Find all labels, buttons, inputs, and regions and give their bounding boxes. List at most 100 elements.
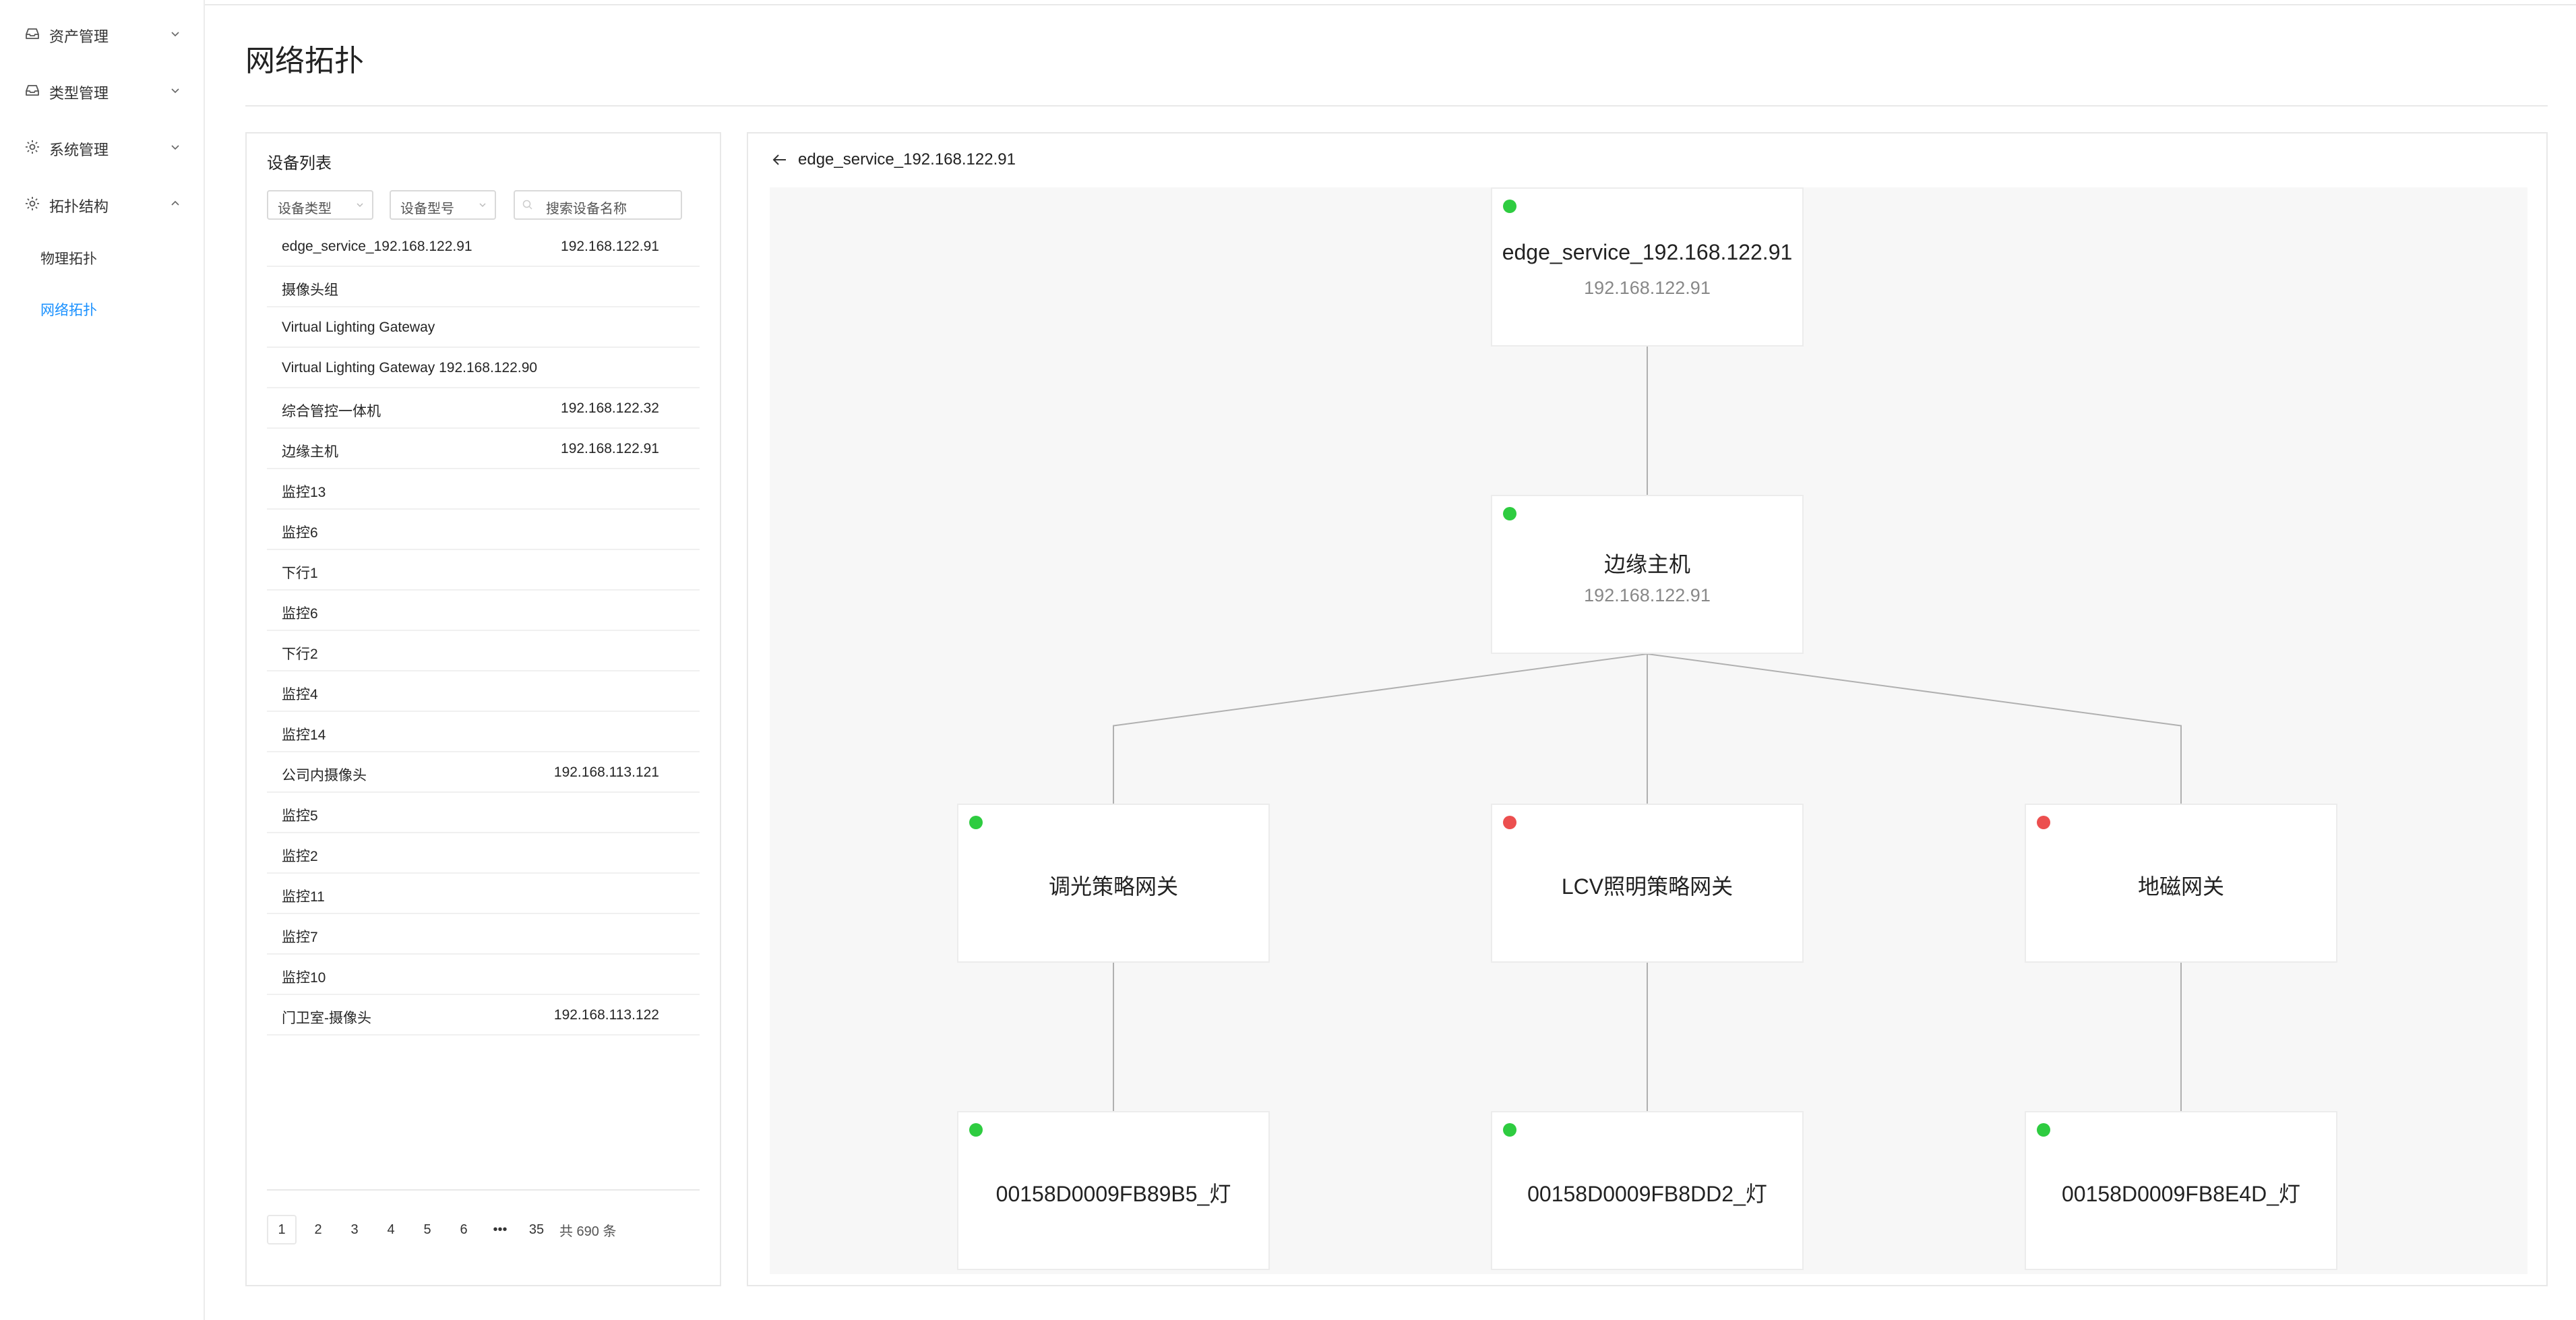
device-search-input[interactable]: 搜索设备名称 [514,190,682,220]
device-name: 边缘主机 [282,444,338,460]
device-row[interactable]: 监控6 [267,591,700,631]
device-name: 监控10 [282,970,326,986]
device-row[interactable]: 监控4 [267,671,700,712]
page-button[interactable]: 6 [449,1215,479,1244]
status-dot [1503,200,1516,213]
device-row[interactable]: 监控14 [267,712,700,752]
device-ip: 192.168.113.122 [553,1007,659,1023]
topology-node[interactable]: 边缘主机 192.168.122.91 [1491,495,1804,654]
device-name: Virtual Lighting Gateway 192.168.122.90 [282,360,538,376]
device-row[interactable]: edge_service_192.168.122.91 192.168.122.9… [267,227,700,267]
device-row[interactable]: 监控7 [267,914,700,955]
topology-node[interactable]: LCV照明策略网关 [1491,804,1804,963]
device-ip: 192.168.122.91 [561,441,659,456]
device-name: 监控4 [282,687,318,702]
chevron-down-icon [171,88,179,94]
device-row[interactable]: 综合管控一体机 192.168.122.32 [267,388,700,429]
device-row[interactable]: 下行2 [267,631,700,671]
topology-link [1647,653,2182,804]
device-name: 监控6 [282,525,318,541]
device-name: 公司内摄像头 [282,768,367,783]
node-name: 地磁网关 [2137,874,2224,899]
device-row[interactable]: 摄像头组 [267,267,700,307]
topology-panel: edge_service_192.168.122.91 edge_service… [747,132,2548,1286]
topology-node[interactable]: 00158D0009FB89B5_灯 [957,1111,1270,1270]
page-button[interactable]: 1 [267,1215,297,1244]
device-list: edge_service_192.168.122.91 192.168.122.9… [267,227,700,1036]
inbox-icon [26,85,39,96]
device-row[interactable]: 公司内摄像头 192.168.113.121 [267,752,700,793]
device-row[interactable]: 监控2 [267,833,700,874]
device-row[interactable]: 监控10 [267,955,700,995]
device-row[interactable]: 监控11 [267,874,700,914]
node-name: LCV照明策略网关 [1561,874,1734,899]
device-row[interactable]: 边缘主机 192.168.122.91 [267,429,700,469]
device-name: edge_service_192.168.122.91 [282,239,472,254]
menu-asset-management[interactable]: 资产管理 [0,13,204,54]
device-name: 门卫室-摄像头 [282,1011,371,1026]
device-name: 监控13 [282,485,326,500]
menu-label: 资产管理 [49,28,109,45]
status-dot [969,816,983,829]
sidebar: 资产管理 类型管理 系统管理 拓扑结构 物理拓扑 网络拓扑 [0,0,205,1320]
gear-icon [26,197,39,210]
device-name: 监控11 [282,889,325,905]
pagination-ellipsis[interactable]: ••• [485,1215,515,1244]
node-ip: 192.168.122.91 [1584,585,1711,605]
device-ip: 192.168.122.32 [561,400,659,416]
topology-node[interactable]: 地磁网关 [2025,804,2337,963]
device-row[interactable]: 下行1 [267,550,700,591]
node-ip: 192.168.122.91 [1584,278,1711,298]
device-name: 下行2 [282,647,318,662]
page-button[interactable]: 2 [303,1215,333,1244]
menu-topology[interactable]: 拓扑结构 [0,183,204,224]
topology-canvas[interactable]: edge_service_192.168.122.91 192.168.122.9… [770,187,2527,1274]
status-dot [969,1123,983,1137]
node-name: 调光策略网关 [1048,874,1178,899]
topology-node[interactable]: 00158D0009FB8E4D_灯 [2025,1111,2337,1270]
device-row[interactable]: Virtual Lighting Gateway [267,307,700,348]
topology-node[interactable]: 00158D0009FB8DD2_灯 [1491,1111,1804,1270]
status-dot [2037,1123,2050,1137]
page-button[interactable]: 5 [412,1215,442,1244]
submenu-physical-topology[interactable]: 物理拓扑 [40,248,97,268]
top-border [0,0,2576,5]
menu-label: 拓扑结构 [49,198,109,215]
device-row[interactable]: Virtual Lighting Gateway 192.168.122.90 [267,348,700,388]
device-name: 综合管控一体机 [282,404,381,419]
menu-system-management[interactable]: 系统管理 [0,127,204,167]
inbox-icon [26,28,39,39]
node-name: edge_service_192.168.122.91 [1502,240,1793,264]
panel-title: 设备列表 [267,154,332,173]
page-button[interactable]: 3 [340,1215,369,1244]
device-ip: 192.168.113.121 [553,764,659,780]
device-name: 监控6 [282,606,318,622]
search-placeholder: 搜索设备名称 [546,202,627,216]
topology-node[interactable]: edge_service_192.168.122.91 192.168.122.9… [1491,187,1804,347]
device-row[interactable]: 监控6 [267,510,700,550]
device-row[interactable]: 门卫室-摄像头 192.168.113.122 [267,995,700,1036]
page-button[interactable]: 4 [376,1215,406,1244]
device-type-select[interactable]: 设备类型 [267,190,373,220]
device-name: 监控7 [282,930,318,945]
pagination: 1 2 3 4 5 6 ••• 35 共 690 条 [267,1215,616,1244]
status-dot [2037,816,2050,829]
chevron-down-icon [357,203,363,208]
device-list-panel: 设备列表 设备类型 设备型号 搜索设备名称 edge_service_192.1… [245,132,721,1286]
device-ip: 192.168.122.91 [561,239,659,254]
chevron-down-icon [479,203,486,208]
device-name: 摄像头组 [282,282,338,298]
menu-type-management[interactable]: 类型管理 [0,70,204,111]
device-model-select[interactable]: 设备型号 [390,190,496,220]
device-name: 监控2 [282,849,318,864]
device-type-select-label: 设备类型 [278,202,332,216]
submenu-network-topology[interactable]: 网络拓扑 [40,299,97,320]
node-name: 00158D0009FB8DD2_灯 [1527,1182,1767,1206]
back-label: edge_service_192.168.122.91 [798,150,1016,169]
device-row[interactable]: 监控13 [267,469,700,510]
page-button[interactable]: 35 [522,1215,551,1244]
device-row[interactable]: 监控5 [267,793,700,833]
back-button[interactable]: edge_service_192.168.122.91 [770,150,1016,170]
device-model-select-label: 设备型号 [400,202,454,216]
topology-node[interactable]: 调光策略网关 [957,804,1270,963]
